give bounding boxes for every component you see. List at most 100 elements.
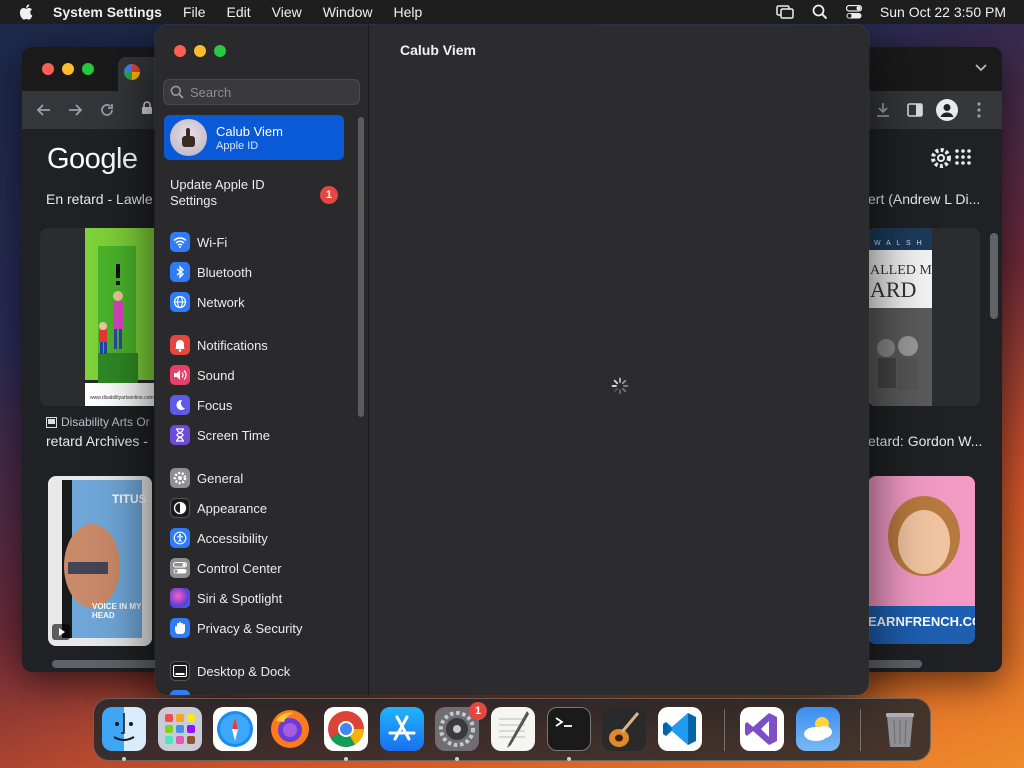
sidebar-item-privacy-security[interactable]: Privacy & Security — [170, 617, 302, 639]
sidebar-item-network[interactable]: Network — [170, 291, 245, 313]
update-apple-id-settings-item[interactable]: Update Apple ID Settings — [170, 177, 300, 209]
google-logo[interactable]: Google — [47, 143, 138, 176]
notification-badge: 1 — [320, 186, 338, 204]
settings-minimize-button[interactable] — [194, 45, 206, 57]
image-result-thumbnail[interactable]: www.disabilityartsonline.com — [40, 228, 162, 406]
trash-icon[interactable] — [878, 707, 922, 751]
sidebar-scrollbar[interactable] — [358, 117, 364, 417]
image-result-thumbnail[interactable]: EARNFRENCH.COM — [868, 476, 975, 644]
settings-zoom-button[interactable] — [214, 45, 226, 57]
sidebar-item-appearance[interactable]: Appearance — [170, 497, 267, 519]
menu-window[interactable]: Window — [323, 4, 373, 20]
menu-file[interactable]: File — [183, 4, 206, 20]
tab-search-chevron-icon[interactable] — [974, 63, 988, 73]
visual-studio-icon[interactable] — [740, 707, 784, 751]
sidebar-item-label: Desktop & Dock — [197, 663, 291, 679]
bell-icon — [170, 335, 190, 355]
sidebar-item-desktop-dock[interactable]: Desktop & Dock — [170, 660, 290, 682]
dock-notification-badge: 1 — [469, 702, 487, 720]
apps-grid-icon[interactable] — [955, 149, 971, 165]
sidebar-item-wifi[interactable]: Wi-Fi — [170, 231, 227, 253]
search-icon — [170, 85, 184, 99]
sidebar-item-control-center[interactable]: Control Center — [170, 557, 282, 579]
profile-avatar-icon[interactable] — [936, 99, 958, 121]
site-favicon-icon — [46, 417, 57, 428]
more-menu-icon[interactable] — [976, 101, 982, 119]
appearance-icon — [170, 498, 190, 518]
account-name: Calub Viem — [216, 124, 283, 139]
browser-close-button[interactable] — [42, 63, 54, 75]
browser-zoom-button[interactable] — [82, 63, 94, 75]
apple-id-account-item[interactable]: Calub Viem Apple ID — [164, 115, 344, 160]
image-result-title[interactable]: ert (Andrew L Di... — [868, 191, 980, 207]
settings-gear-icon[interactable] — [930, 147, 952, 169]
firefox-icon[interactable] — [268, 707, 312, 751]
running-indicator — [455, 757, 459, 761]
sidebar-item-label: Accessibility — [197, 530, 268, 546]
google-favicon-icon — [124, 64, 140, 80]
content-pane-title: Calub Viem — [400, 42, 476, 58]
menu-clock[interactable]: Sun Oct 22 3:50 PM — [880, 4, 1006, 20]
dock-separator — [724, 709, 725, 751]
textedit-icon[interactable] — [491, 707, 535, 751]
apple-menu-icon[interactable] — [18, 3, 36, 21]
image-result-title[interactable]: retard Archives - — [46, 433, 148, 449]
hourglass-icon — [170, 425, 190, 445]
image-result-title[interactable]: En retard - Lawle — [46, 191, 153, 207]
browser-vertical-scrollbar[interactable] — [990, 233, 998, 319]
sidebar-item-screen-time[interactable]: Screen Time — [170, 424, 270, 446]
weather-icon[interactable] — [796, 707, 840, 751]
garageband-icon[interactable] — [602, 707, 646, 751]
sidebar-item-label: Bluetooth — [197, 264, 252, 280]
terminal-icon[interactable] — [547, 707, 591, 751]
lock-icon — [142, 101, 152, 114]
sidebar-item-label: Sound — [197, 367, 235, 383]
sidebar-item-notifications[interactable]: Notifications — [170, 334, 268, 356]
side-panel-icon[interactable] — [906, 101, 924, 119]
sidebar-item-general[interactable]: General — [170, 467, 243, 489]
image-result-title[interactable]: etard: Gordon W... — [868, 433, 982, 449]
menu-view[interactable]: View — [272, 4, 302, 20]
system-settings-window: Search Calub Viem Apple ID Update Apple … — [155, 25, 869, 695]
image-caption: EARNFRENCH.COM — [868, 614, 975, 629]
download-icon[interactable] — [874, 101, 892, 119]
settings-search-field[interactable]: Search — [163, 79, 360, 105]
book-title-line2: ARD — [870, 277, 917, 302]
settings-close-button[interactable] — [174, 45, 186, 57]
sidebar-item-focus[interactable]: Focus — [170, 394, 232, 416]
image-watermark: www.disabilityartsonline.com — [90, 395, 154, 401]
sidebar-item-accessibility[interactable]: Accessibility — [170, 527, 268, 549]
screen-mirroring-icon[interactable] — [776, 5, 794, 19]
chrome-icon[interactable] — [324, 707, 368, 751]
moon-icon — [170, 395, 190, 415]
video-play-icon[interactable] — [52, 624, 70, 640]
sidebar-item-label: Appearance — [197, 500, 268, 516]
spotlight-search-icon[interactable] — [812, 4, 828, 20]
dock-separator — [860, 709, 861, 751]
control-center-menu-icon[interactable] — [845, 5, 862, 19]
image-result-thumbnail[interactable]: TITUS VOICE IN MY HEAD — [48, 476, 152, 646]
forward-arrow-icon[interactable] — [66, 101, 84, 119]
image-result-thumbnail[interactable]: W A L S H ALLED ME ARD — [868, 228, 980, 406]
safari-icon[interactable] — [213, 707, 257, 751]
menu-edit[interactable]: Edit — [227, 4, 251, 20]
sidebar-item-sound[interactable]: Sound — [170, 364, 235, 386]
vscode-icon[interactable] — [658, 707, 702, 751]
wifi-icon — [170, 232, 190, 252]
finder-icon[interactable] — [102, 707, 146, 751]
sidebar-item-bluetooth[interactable]: Bluetooth — [170, 261, 252, 283]
back-arrow-icon[interactable] — [35, 101, 53, 119]
browser-minimize-button[interactable] — [62, 63, 74, 75]
app-store-icon[interactable] — [380, 707, 424, 751]
reload-icon[interactable] — [98, 101, 116, 119]
sidebar-item-siri-spotlight[interactable]: Siri & Spotlight — [170, 587, 282, 609]
image-result-source: Disability Arts Or — [61, 415, 150, 429]
menu-app-name[interactable]: System Settings — [53, 4, 162, 20]
dock: 1 — [93, 698, 931, 761]
gear-icon — [170, 468, 190, 488]
search-placeholder: Search — [190, 84, 232, 100]
menu-help[interactable]: Help — [394, 4, 423, 20]
launchpad-icon[interactable] — [158, 707, 202, 751]
dock-icon — [170, 661, 190, 681]
dvd-title: TITUS — [112, 492, 147, 506]
